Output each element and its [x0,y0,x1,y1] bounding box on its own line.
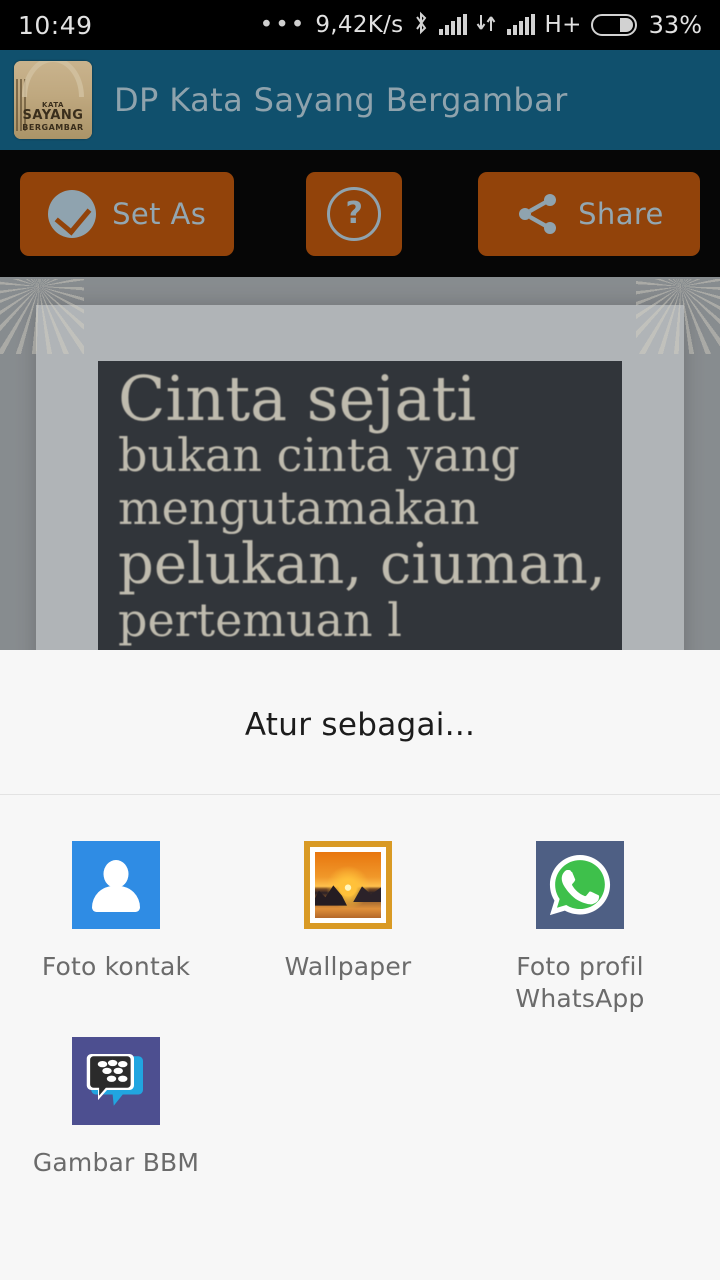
status-bar: 10:49 ••• 9,42K/s H+ 33% [0,0,720,50]
option-gambar-bbm[interactable]: Gambar BBM [0,1037,232,1179]
contact-photo-icon [72,841,160,929]
app-bar: KATA SAYANG BERGAMBAR DP Kata Sayang Ber… [0,50,720,150]
status-bar-clock: 10:49 [18,10,93,40]
set-as-bottom-sheet: Atur sebagai... Foto kontak Wallpaper Fo… [0,650,720,1280]
battery-icon [590,14,637,36]
app-logo-text-bottom: BERGAMBAR [22,123,84,132]
share-button-label: Share [578,196,664,231]
more-icons-ellipsis-icon: ••• [259,11,307,38]
set-as-button-label: Set As [112,196,207,231]
share-button[interactable]: Share [477,171,700,256]
option-foto-kontak[interactable]: Foto kontak [0,841,232,1015]
set-as-options-grid: Foto kontak Wallpaper Foto profil WhatsA… [0,795,720,1201]
signal-bars-sim1-icon [439,14,468,35]
scrim-overlay [0,277,720,650]
network-type-label: H+ [544,12,582,38]
signal-bars-sim2-icon [507,14,536,35]
option-wallpaper-label: Wallpaper [284,952,412,981]
option-foto-profil-whatsapp[interactable]: Foto profil WhatsApp [464,841,696,1015]
status-bar-icons: ••• 9,42K/s H+ 33% [260,11,702,39]
whatsapp-icon [536,841,624,929]
wallpaper-icon [304,841,392,929]
app-title: DP Kata Sayang Bergambar [114,81,568,119]
check-circle-icon [48,189,97,238]
question-circle-icon: ? [327,186,382,241]
action-toolbar: Set As ? Share [0,150,720,277]
share-icon [514,190,562,238]
help-button[interactable]: ? [306,171,402,256]
app-logo-text-mid: SAYANG [22,108,84,123]
bluetooth-icon [412,11,430,39]
sheet-title: Atur sebagai... [244,707,476,743]
option-foto-kontak-label: Foto kontak [41,952,191,981]
quote-image-preview[interactable]: Cinta sejati bukan cinta yang mengutamak… [0,277,720,650]
set-as-button[interactable]: Set As [20,171,235,256]
option-foto-profil-whatsapp-label: Foto profil WhatsApp [515,952,645,1013]
app-logo-icon: KATA SAYANG BERGAMBAR [14,61,92,139]
option-wallpaper[interactable]: Wallpaper [232,841,464,1015]
network-speed-label: 9,42K/s [315,12,404,38]
data-transfer-icon [476,12,498,38]
battery-percent-label: 33% [648,11,702,39]
option-gambar-bbm-label: Gambar BBM [32,1148,200,1177]
bbm-icon [72,1037,160,1125]
